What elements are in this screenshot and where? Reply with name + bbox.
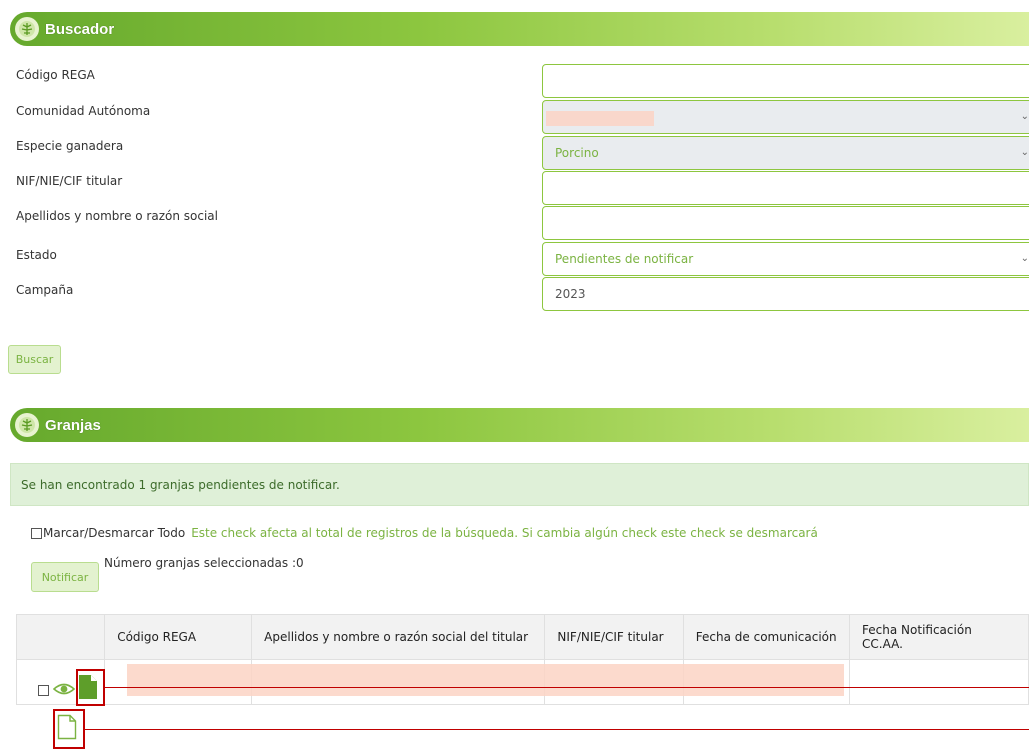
toggle-all-note: Este check afecta al total de registros … (191, 526, 818, 540)
leaf-icon (15, 17, 39, 41)
redaction-box (546, 111, 654, 126)
col-header-fecha-comunicacion[interactable]: Fecha de comunicación (682, 614, 851, 660)
annotation-line (85, 729, 1029, 730)
toggle-all-checkbox[interactable] (31, 527, 42, 539)
granjas-title: Granjas (45, 416, 101, 434)
toggle-all-row: Marcar/Desmarcar Todo Este check afecta … (31, 526, 818, 540)
col-header-fecha-notificacion[interactable]: Fecha Notificación CC.AA. (849, 614, 1029, 660)
buscar-button[interactable]: Buscar (8, 345, 61, 374)
annotation-box (76, 669, 105, 706)
selected-count: Número granjas seleccionadas :0 (104, 556, 304, 570)
col-header-codigo-rega[interactable]: Código REGA (104, 614, 253, 660)
col-header-apellidos-nombre[interactable]: Apellidos y nombre o razón social del ti… (251, 614, 546, 660)
row-redaction (127, 664, 844, 696)
estado-select[interactable]: Pendientes de notificar ⌄ (542, 242, 1029, 276)
notificar-button[interactable]: Notificar (31, 562, 99, 592)
annotation-box (53, 709, 85, 749)
label-campana: Campaña (16, 283, 74, 297)
buscador-header: Buscador (10, 12, 1029, 46)
results-alert: Se han encontrado 1 granjas pendientes d… (10, 463, 1029, 506)
leaf-icon (15, 413, 39, 437)
label-nif-titular: NIF/NIE/CIF titular (16, 174, 123, 188)
label-codigo-rega: Código REGA (16, 68, 95, 82)
eye-icon[interactable] (52, 681, 76, 700)
label-apellidos-nombre: Apellidos y nombre o razón social (16, 209, 218, 223)
campana-input[interactable]: 2023 (542, 277, 1029, 311)
chevron-down-icon: ⌄ (1020, 111, 1029, 122)
col-header-nif[interactable]: NIF/NIE/CIF titular (544, 614, 684, 660)
label-especie-ganadera: Especie ganadera (16, 139, 124, 153)
label-estado: Estado (16, 248, 57, 262)
apellidos-nombre-input[interactable] (542, 206, 1029, 240)
row-checkbox[interactable] (38, 685, 49, 696)
label-comunidad-autonoma: Comunidad Autónoma (16, 104, 151, 118)
granjas-header: Granjas (10, 408, 1029, 442)
toggle-all-label[interactable]: Marcar/Desmarcar Todo (43, 526, 185, 540)
chevron-down-icon: ⌄ (1020, 253, 1029, 264)
especie-ganadera-select[interactable]: Porcino ⌄ (542, 136, 1029, 170)
annotation-line (105, 687, 1029, 688)
nif-titular-input[interactable] (542, 171, 1029, 205)
chevron-down-icon: ⌄ (1020, 147, 1029, 158)
buscador-title: Buscador (45, 20, 115, 38)
col-header-actions (15, 614, 106, 660)
codigo-rega-input[interactable] (542, 64, 1029, 98)
